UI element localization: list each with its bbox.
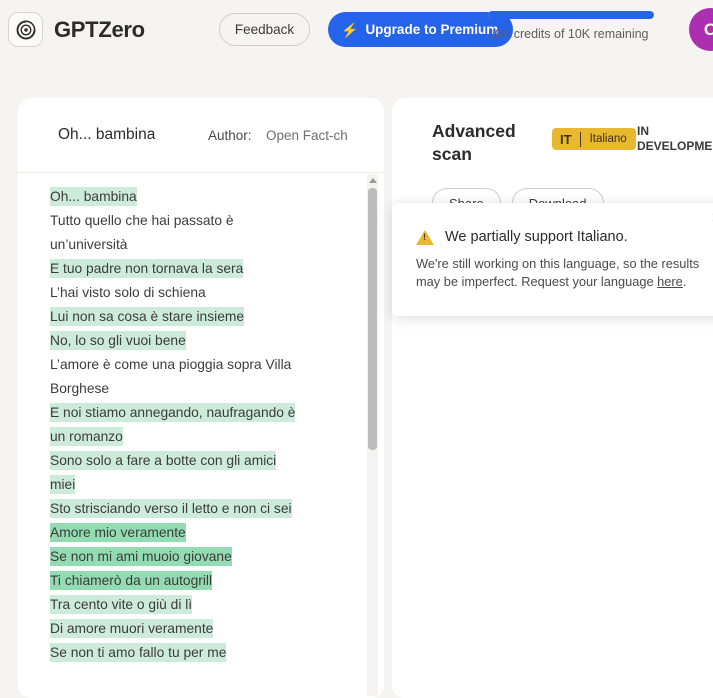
lyric-text: miei [50, 475, 76, 494]
upgrade-label: Upgrade to Premium [365, 22, 499, 37]
lyric-text: Lui non sa cosa è stare insieme [50, 307, 245, 326]
lyric-line: Oh... bambina [50, 185, 354, 209]
lyric-line: L’hai visto solo di schiena [50, 281, 354, 305]
lightning-bolt-icon: ⚡ [341, 21, 359, 38]
lyric-text: L’hai visto solo di schiena [50, 285, 206, 300]
brand-logo[interactable]: GPTZero [8, 12, 145, 47]
document-header: Oh... bambina Author: Open Fact-ch [18, 98, 384, 173]
lyric-line: un’università [50, 233, 354, 257]
scan-header: Advanced scan IT Italiano IN DEVELOPMENT [392, 98, 713, 166]
lyric-text: un’università [50, 237, 128, 252]
feedback-button[interactable]: Feedback [219, 13, 310, 46]
lyric-text: E tuo padre non tornava la sera [50, 259, 244, 278]
author-label: Author: [208, 127, 252, 143]
lyric-text: Se non mi ami muoio giovane [50, 547, 232, 566]
lyric-line: Tutto quello che hai passato è [50, 209, 354, 233]
credits-progress-track [488, 11, 654, 19]
lyric-line: Borghese [50, 377, 354, 401]
language-code: IT [560, 131, 572, 147]
upgrade-to-premium-button[interactable]: ⚡ Upgrade to Premium [328, 12, 514, 47]
credits-progress-fill [488, 11, 654, 19]
lyrics-container: Oh... bambina Tutto quello che hai passat… [50, 185, 354, 665]
lyric-text: Tutto quello che hai passato è [50, 213, 234, 228]
author-value: Open Fact-ch [266, 127, 348, 143]
scrollbar-thumb[interactable] [368, 188, 377, 450]
lyric-text: Se non ti amo fallo tu per me [50, 643, 227, 662]
credits-label: 10K credits of 10K remaining [488, 27, 649, 41]
brand-name: GPTZero [54, 16, 145, 42]
lyric-line: Amore mio veramente [50, 521, 354, 545]
document-text-body[interactable]: Oh... bambina Tutto quello che hai passat… [18, 173, 384, 698]
lyric-text: Ti chiamerò da un autogrill [50, 571, 213, 590]
lyric-line: Tra cento vite o giù di lì [50, 593, 354, 617]
advanced-scan-panel: Advanced scan IT Italiano IN DEVELOPMENT… [392, 98, 713, 698]
document-scrollbar[interactable] [367, 174, 378, 696]
lyric-line: L’amore è come una pioggia sopra Villa [50, 353, 354, 377]
language-name: Italiano [589, 133, 627, 145]
lyric-text: No, lo so gli vuoi bene [50, 331, 186, 350]
lyric-line: No, lo so gli vuoi bene [50, 329, 354, 353]
lyric-line: E noi stiamo annegando, naufragando è [50, 401, 354, 425]
toast-title: We partially support Italiano. [445, 229, 628, 245]
lyric-text: un romanzo [50, 427, 123, 446]
lyric-text: Sto strisciando verso il letto e non ci … [50, 499, 292, 518]
document-panel: Oh... bambina Author: Open Fact-ch Oh...… [18, 98, 384, 698]
lyric-text: Di amore muori veramente [50, 619, 214, 638]
lyric-text: E noi stiamo annegando, naufragando è [50, 403, 296, 422]
gptzero-spiral-target-icon [8, 12, 43, 47]
language-support-toast: ✕ We partially support Italiano. We're s… [392, 203, 713, 316]
lyric-line: Se non mi ami muoio giovane [50, 545, 354, 569]
close-icon[interactable]: ✕ [708, 209, 713, 227]
lyric-text: Tra cento vite o giù di lì [50, 595, 193, 614]
request-language-link[interactable]: here [657, 274, 683, 289]
lyric-line: Lui non sa cosa è stare insieme [50, 305, 354, 329]
lyric-line: Se non ti amo fallo tu per me [50, 641, 354, 665]
lyric-text: Sono solo a fare a botte con gli amici [50, 451, 277, 470]
lyric-line: Di amore muori veramente [50, 617, 354, 641]
lyric-line: un romanzo [50, 425, 354, 449]
status-badge: IN DEVELOPMENT [637, 124, 713, 153]
lyric-line: E tuo padre non tornava la sera [50, 257, 354, 281]
toast-body-suffix: . [682, 274, 687, 289]
lyric-text: Amore mio veramente [50, 523, 186, 542]
credits-meter: 10K credits of 10K remaining [488, 11, 654, 41]
lyric-line: Sono solo a fare a botte con gli amici [50, 449, 354, 473]
page-title: Advanced scan [432, 121, 516, 164]
warning-triangle-icon [416, 229, 434, 245]
document-title: Oh... bambina [58, 126, 156, 143]
avatar[interactable]: O [689, 8, 713, 51]
lyric-line: Ti chiamerò da un autogrill [50, 569, 354, 593]
top-bar: GPTZero Feedback ⚡ Upgrade to Premium 10… [0, 0, 713, 59]
lyric-text: L’amore è come una pioggia sopra Villa [50, 357, 292, 372]
lyric-line: Sto strisciando verso il letto e non ci … [50, 497, 354, 521]
lyric-text: Borghese [50, 381, 110, 396]
toast-body: We're still working on this language, so… [416, 255, 708, 291]
toast-header: We partially support Italiano. [416, 229, 708, 245]
lyric-text: Oh... bambina [50, 187, 137, 206]
language-badge: IT Italiano [552, 128, 636, 150]
lyric-line: miei [50, 473, 354, 497]
scroll-up-arrow-icon[interactable] [367, 174, 378, 186]
